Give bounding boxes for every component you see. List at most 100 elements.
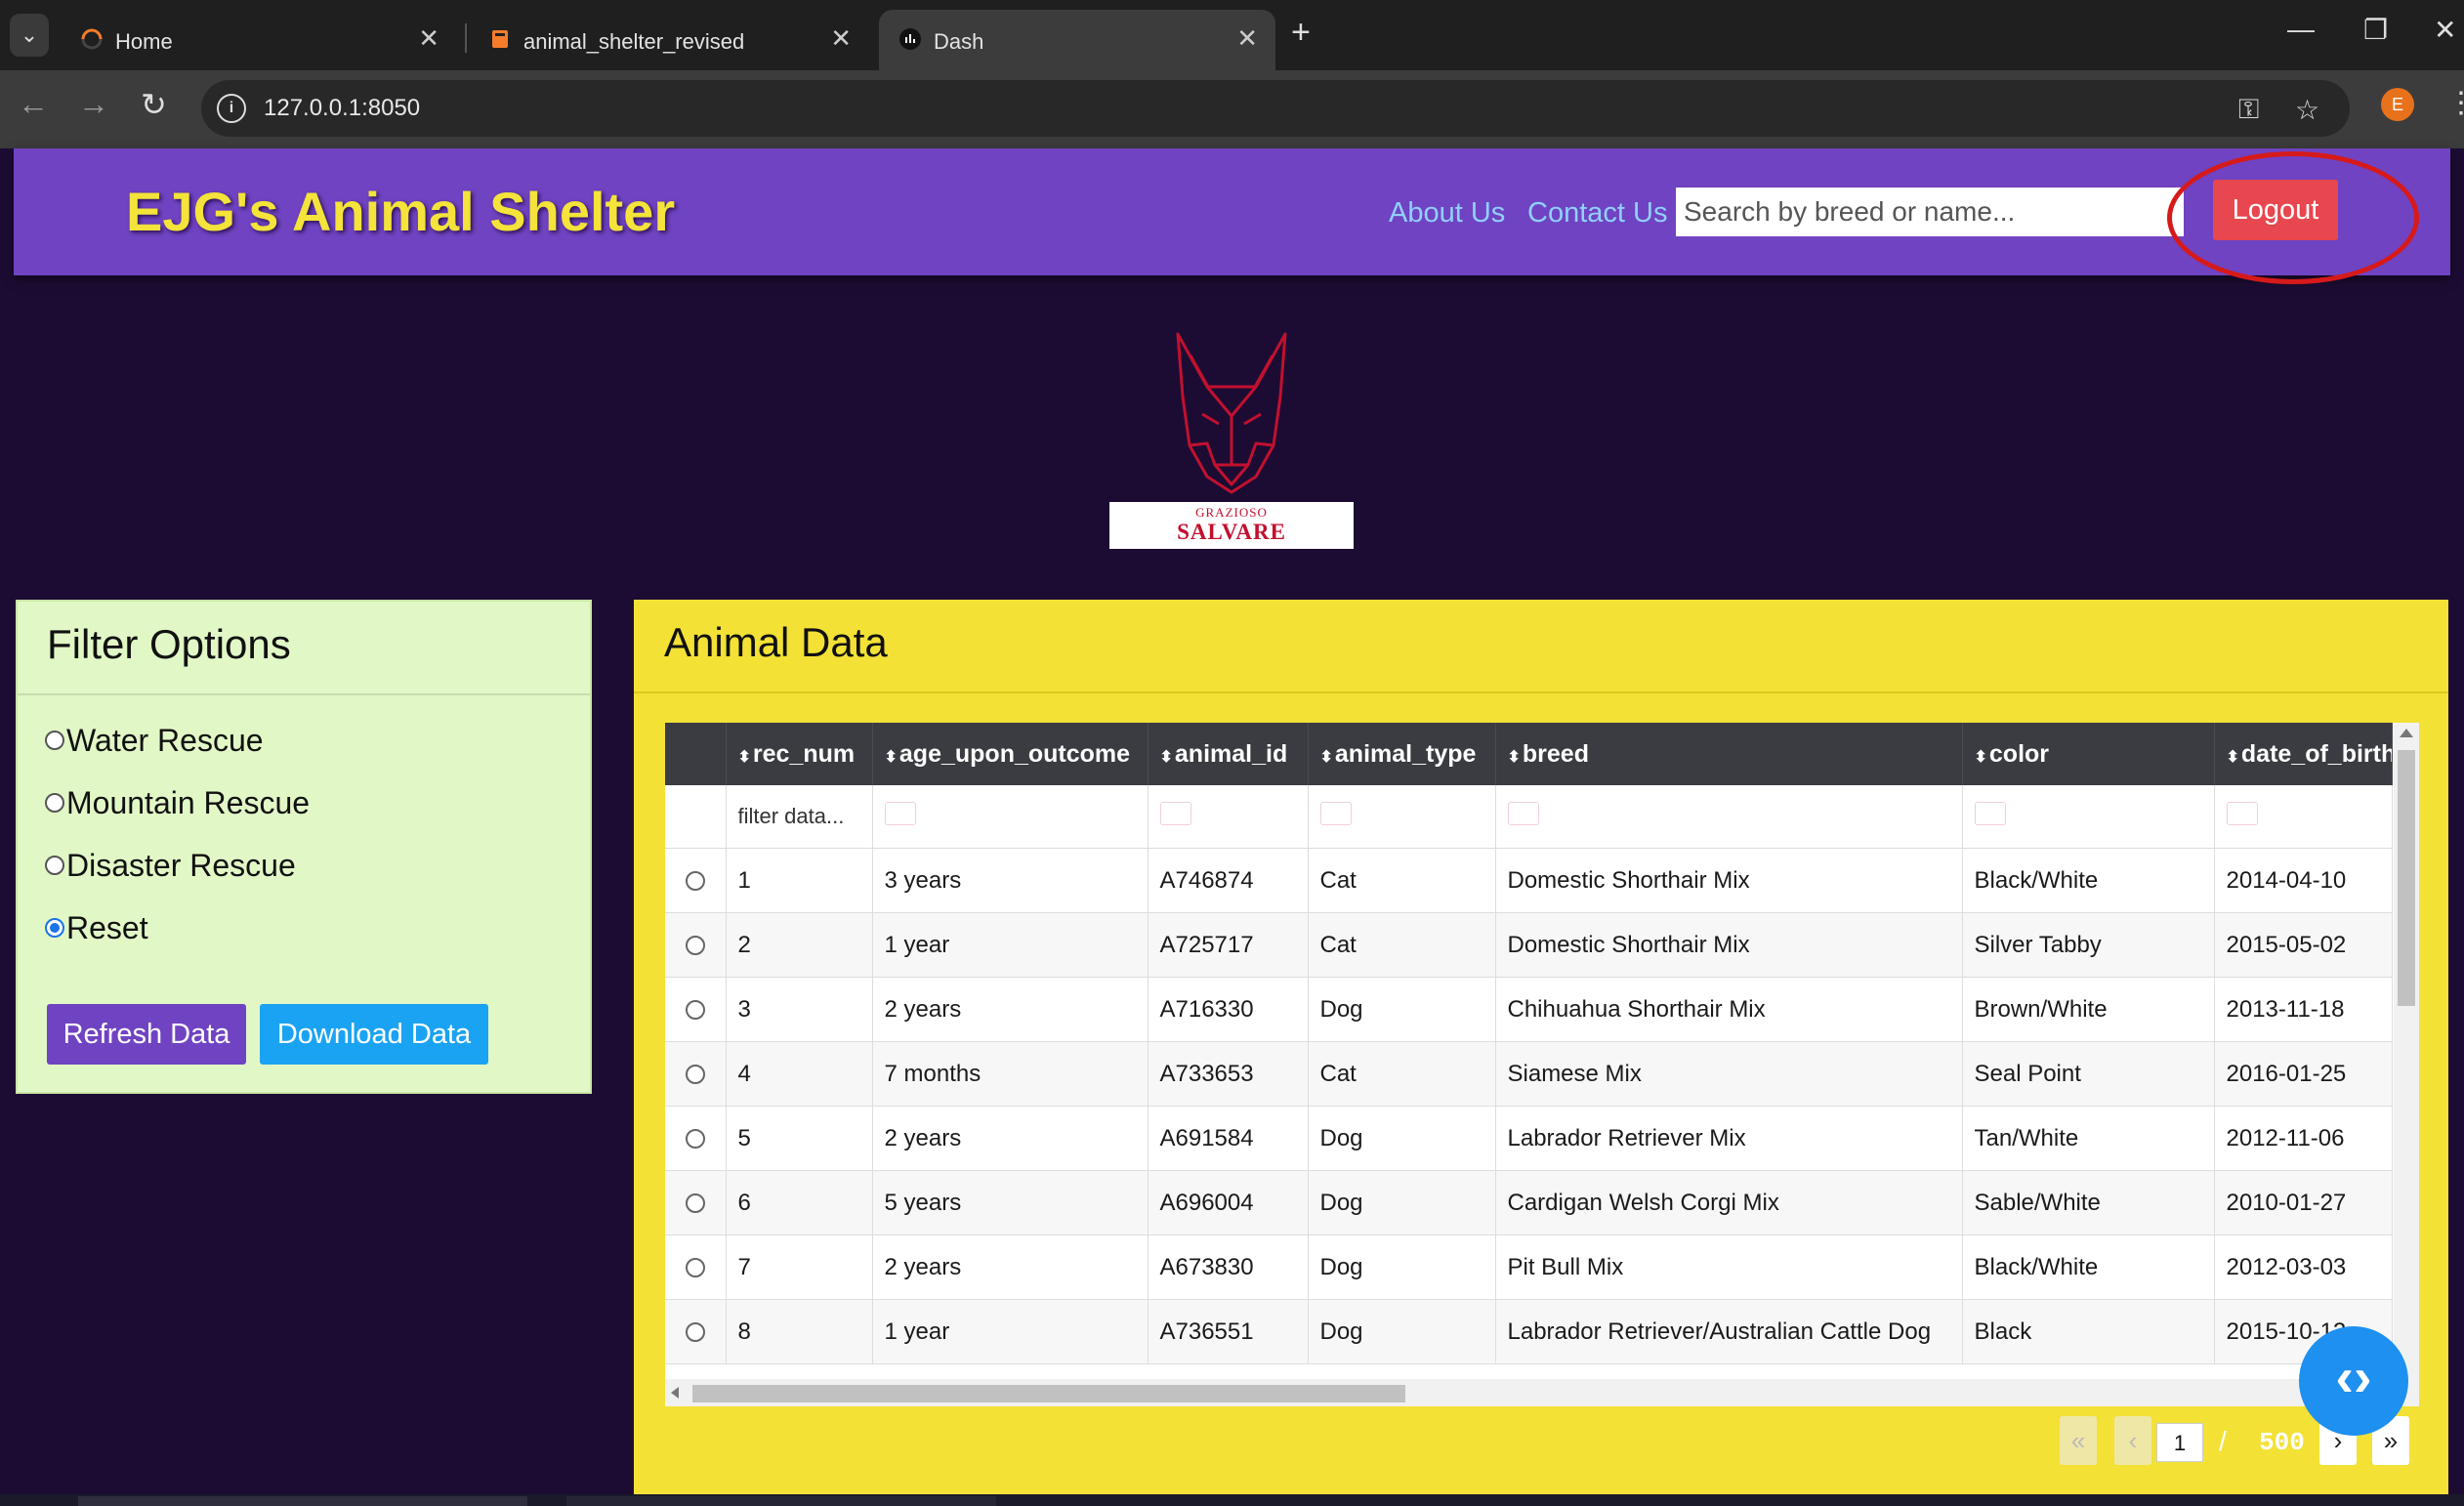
filter-input[interactable] — [1159, 801, 1191, 825]
row-select-cell[interactable] — [665, 977, 727, 1042]
close-tab-icon[interactable]: ✕ — [418, 23, 439, 54]
table-cell-age-upon-outcome[interactable]: 1 year — [872, 912, 1148, 978]
table-cell-color[interactable]: Silver Tabby — [1962, 912, 2215, 978]
url-text[interactable]: 127.0.0.1:8050 — [264, 95, 420, 122]
filter-option-mountain-rescue[interactable]: Mountain Rescue — [45, 785, 310, 821]
row-select-radio[interactable] — [685, 1258, 705, 1278]
table-cell-animal-type[interactable]: Dog — [1308, 1299, 1496, 1364]
filter-cell[interactable] — [1495, 785, 1963, 849]
table-cell-animal-id[interactable]: A746874 — [1148, 848, 1309, 913]
column-header-animal-type[interactable]: ⬍animal_type — [1308, 723, 1496, 785]
table-row[interactable]: 21 year A725717 Cat Domestic Shorthair Mix S… — [665, 912, 2393, 978]
filter-input[interactable] — [1507, 801, 1539, 825]
taskbar-item[interactable] — [566, 1496, 996, 1506]
sort-icon[interactable]: ⬍ — [1160, 749, 1173, 766]
table-cell-age-upon-outcome[interactable]: 7 months — [872, 1041, 1148, 1107]
first-page-icon[interactable]: « — [2060, 1416, 2097, 1465]
table-cell-animal-type[interactable]: Cat — [1308, 912, 1496, 978]
table-cell-animal-id[interactable]: A696004 — [1148, 1170, 1309, 1235]
current-page-input[interactable]: 1 — [2156, 1423, 2203, 1462]
table-cell-animal-type[interactable]: Cat — [1308, 848, 1496, 913]
row-select-radio[interactable] — [685, 1129, 705, 1150]
forward-arrow-icon[interactable]: → — [78, 86, 109, 122]
table-cell-rec-num[interactable]: 6 — [726, 1170, 873, 1235]
tab-search-chevron-icon[interactable]: ⌄ — [10, 14, 49, 57]
filter-cell[interactable] — [1308, 785, 1496, 849]
column-header-breed[interactable]: ⬍breed — [1495, 723, 1963, 785]
table-cell-breed[interactable]: Domestic Shorthair Mix — [1495, 848, 1963, 913]
row-select-radio[interactable] — [685, 1000, 705, 1021]
search-input[interactable] — [1676, 188, 2184, 236]
filter-option-water-rescue[interactable]: Water Rescue — [45, 723, 264, 759]
row-select-cell[interactable] — [665, 1299, 727, 1364]
table-row[interactable]: 65 years A696004 Dog Cardigan Welsh Corgi M… — [665, 1170, 2393, 1235]
table-cell-breed[interactable]: Pit Bull Mix — [1495, 1234, 1963, 1300]
vertical-scrollbar[interactable] — [2394, 723, 2419, 1406]
sort-icon[interactable]: ⬍ — [738, 749, 751, 766]
table-row[interactable]: 47 months A733653 Cat Siamese Mix Seal Point… — [665, 1041, 2393, 1107]
table-cell-animal-type[interactable]: Dog — [1308, 1106, 1496, 1171]
filter-input[interactable]: filter data... — [738, 804, 845, 828]
table-cell-breed[interactable]: Labrador Retriever Mix — [1495, 1106, 1963, 1171]
about-us-link[interactable]: About Us — [1389, 197, 1505, 230]
sort-icon[interactable]: ⬍ — [885, 749, 898, 766]
table-cell-color[interactable]: Tan/White — [1962, 1106, 2215, 1171]
row-select-cell[interactable] — [665, 1234, 727, 1300]
table-cell-rec-num[interactable]: 4 — [726, 1041, 873, 1107]
restore-icon[interactable]: ❐ — [2363, 14, 2388, 46]
close-tab-icon[interactable]: ✕ — [1236, 23, 1258, 54]
row-select-cell[interactable] — [665, 848, 727, 913]
table-cell-breed[interactable]: Chihuahua Shorthair Mix — [1495, 977, 1963, 1042]
table-row[interactable]: 13 years A746874 Cat Domestic Shorthair Mix… — [665, 848, 2393, 913]
filter-input[interactable] — [884, 801, 916, 825]
radio-button[interactable] — [45, 855, 64, 875]
table-cell-age-upon-outcome[interactable]: 1 year — [872, 1299, 1148, 1364]
table-cell-color[interactable]: Black/White — [1962, 1234, 2215, 1300]
row-select-radio[interactable] — [685, 1322, 705, 1343]
contact-us-link[interactable]: Contact Us — [1527, 197, 1667, 230]
table-cell-animal-id[interactable]: A725717 — [1148, 912, 1309, 978]
row-select-cell[interactable] — [665, 912, 727, 978]
row-select-radio[interactable] — [685, 1065, 705, 1085]
table-cell-animal-id[interactable]: A733653 — [1148, 1041, 1309, 1107]
table-cell-age-upon-outcome[interactable]: 2 years — [872, 1234, 1148, 1300]
close-tab-icon[interactable]: ✕ — [830, 23, 852, 54]
bookmark-star-icon[interactable]: ☆ — [2295, 94, 2319, 126]
filter-cell[interactable] — [1962, 785, 2215, 849]
row-select-radio[interactable] — [685, 1193, 705, 1214]
table-cell-animal-id[interactable]: A716330 — [1148, 977, 1309, 1042]
table-cell-breed[interactable]: Labrador Retriever/Australian Cattle Dog — [1495, 1299, 1963, 1364]
filter-option-reset[interactable]: Reset — [45, 910, 148, 946]
filter-cell[interactable] — [872, 785, 1148, 849]
table-cell-date-of-birth[interactable]: 2013-11-18 — [2214, 977, 2393, 1042]
table-row[interactable]: 32 years A716330 Dog Chihuahua Shorthair Mi… — [665, 977, 2393, 1042]
refresh-data-button[interactable]: Refresh Data — [47, 1004, 246, 1065]
table-cell-color[interactable]: Seal Point — [1962, 1041, 2215, 1107]
table-cell-rec-num[interactable]: 2 — [726, 912, 873, 978]
table-row[interactable]: 81 year A736551 Dog Labrador Retriever/Aust… — [665, 1299, 2393, 1364]
taskbar-item[interactable] — [78, 1496, 527, 1506]
column-header-color[interactable]: ⬍color — [1962, 723, 2215, 785]
table-cell-rec-num[interactable]: 3 — [726, 977, 873, 1042]
site-info-icon[interactable]: i — [217, 94, 246, 123]
previous-page-icon[interactable]: ‹ — [2114, 1416, 2151, 1465]
row-select-cell[interactable] — [665, 1106, 727, 1171]
radio-button[interactable] — [45, 730, 64, 750]
download-data-button[interactable]: Download Data — [260, 1004, 488, 1065]
row-select-radio[interactable] — [685, 871, 705, 892]
sort-icon[interactable]: ⬍ — [1320, 749, 1333, 766]
table-cell-date-of-birth[interactable]: 2015-05-02 — [2214, 912, 2393, 978]
horizontal-scrollbar[interactable] — [665, 1379, 2394, 1406]
table-cell-age-upon-outcome[interactable]: 3 years — [872, 848, 1148, 913]
table-cell-animal-type[interactable]: Dog — [1308, 1170, 1496, 1235]
table-cell-age-upon-outcome[interactable]: 5 years — [872, 1170, 1148, 1235]
sort-icon[interactable]: ⬍ — [1508, 749, 1521, 766]
table-row[interactable]: 72 years A673830 Dog Pit Bull Mix Black/Whit… — [665, 1234, 2393, 1300]
table-cell-color[interactable]: Brown/White — [1962, 977, 2215, 1042]
table-cell-breed[interactable]: Domestic Shorthair Mix — [1495, 912, 1963, 978]
filter-cell[interactable]: filter data... — [726, 785, 873, 849]
table-row[interactable]: 52 years A691584 Dog Labrador Retriever Mix… — [665, 1106, 2393, 1171]
radio-button-selected[interactable] — [45, 917, 64, 938]
scrollbar-thumb[interactable] — [692, 1385, 1405, 1402]
table-cell-date-of-birth[interactable]: 2016-01-25 — [2214, 1041, 2393, 1107]
